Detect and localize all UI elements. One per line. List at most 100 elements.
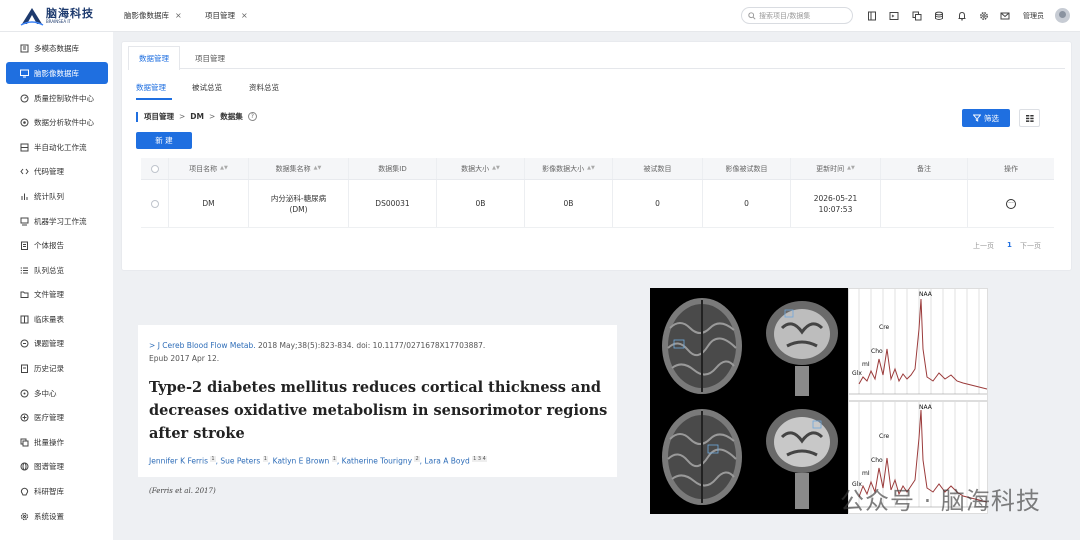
current-page[interactable]: 1 bbox=[1007, 241, 1012, 249]
mri-coronal-top bbox=[757, 288, 848, 401]
sidebar-item-system-settings[interactable]: 系统设置 bbox=[6, 505, 108, 527]
filter-icon bbox=[973, 114, 981, 122]
sidebar-item-stat-cohort[interactable]: 统计队列 bbox=[6, 185, 108, 207]
avatar[interactable] bbox=[1055, 8, 1070, 23]
column-header[interactable]: 影像数据大小 ▲▼ bbox=[525, 158, 613, 179]
mri-axial-bottom bbox=[650, 401, 757, 514]
sidebar-item-multimodal-db[interactable]: 多模态数据库 bbox=[6, 37, 108, 59]
column-header[interactable]: 数据集名称 ▲▼ bbox=[249, 158, 349, 179]
breadcrumb-item[interactable]: DM bbox=[190, 112, 204, 121]
breadcrumb-item[interactable]: 项目管理 bbox=[144, 111, 174, 122]
copy-icon[interactable] bbox=[911, 10, 923, 22]
spectrum-top: NAA Cre Cho mI Glx bbox=[848, 288, 988, 401]
user-name[interactable]: 管理员 bbox=[1023, 11, 1044, 21]
tab-project-management[interactable]: 项目管理 bbox=[184, 46, 236, 69]
table-row[interactable]: DM 内分泌科-糖尿病 (DM) DS00031 0B 0B 0 0 2026-… bbox=[141, 180, 1054, 228]
sidebar-item-label: 数据分析软件中心 bbox=[34, 117, 94, 127]
next-page[interactable]: 下一页 bbox=[1020, 241, 1041, 251]
sidebar-item-topic-management[interactable]: 课题管理 bbox=[6, 332, 108, 354]
subtab-data-management[interactable]: 数据管理 bbox=[136, 82, 166, 93]
logo-text: 脑海科技 bbox=[46, 7, 94, 20]
sidebar-item-label: 课题管理 bbox=[34, 338, 64, 348]
paper-title: Type-2 diabetes mellitus reduces cortica… bbox=[149, 379, 608, 442]
sidebar-item-multi-center[interactable]: 多中心 bbox=[6, 382, 108, 404]
sidebar-item-brain-image-db[interactable]: 脑影像数据库 bbox=[6, 62, 108, 84]
sidebar-item-clinical-scale[interactable]: 临床量表 bbox=[6, 308, 108, 330]
sidebar-item-cohort-overview[interactable]: 队列总览 bbox=[6, 259, 108, 281]
tab-data-management[interactable]: 数据管理 bbox=[128, 46, 180, 70]
sidebar-item-individual-report[interactable]: 个体报告 bbox=[6, 234, 108, 256]
column-header[interactable]: 更新时间 ▲▼ bbox=[791, 158, 881, 179]
sidebar-item-label: 批量操作 bbox=[34, 437, 64, 447]
filter-label: 筛选 bbox=[984, 113, 999, 123]
book-icon[interactable] bbox=[866, 10, 878, 22]
open-tab-brain-db[interactable]: 脑影像数据库 × bbox=[124, 10, 182, 21]
sidebar-item-label: 多中心 bbox=[34, 388, 57, 398]
spectrum-label: NAA bbox=[919, 404, 933, 411]
close-icon[interactable]: × bbox=[241, 11, 248, 20]
bell-icon[interactable] bbox=[956, 10, 968, 22]
prev-page[interactable]: 上一页 bbox=[973, 241, 994, 251]
sidebar-item-qc-center[interactable]: 质量控制软件中心 bbox=[6, 87, 108, 109]
settings-icon[interactable] bbox=[978, 10, 990, 22]
sidebar-item-ml-workflow[interactable]: 机器学习工作流 bbox=[6, 210, 108, 232]
subtab-material-overview[interactable]: 资料总览 bbox=[249, 82, 279, 93]
citation: > J Cereb Blood Flow Metab. 2018 May;38(… bbox=[149, 341, 486, 363]
close-icon[interactable]: × bbox=[175, 11, 182, 20]
column-header: 被试数目 bbox=[613, 158, 703, 179]
open-tab-label: 项目管理 bbox=[205, 11, 235, 20]
sidebar-item-analysis-center[interactable]: 数据分析软件中心 bbox=[6, 111, 108, 133]
filter-button[interactable]: 筛选 bbox=[962, 109, 1010, 127]
sidebar-item-batch[interactable]: 批量操作 bbox=[6, 431, 108, 453]
sidebar-item-workflow[interactable]: 半自动化工作流 bbox=[6, 136, 108, 158]
spectrum-label: mI bbox=[862, 470, 870, 477]
spectrum-label: NAA bbox=[919, 291, 933, 298]
sidebar-item-code[interactable]: 代码管理 bbox=[6, 160, 108, 182]
list-icon bbox=[19, 265, 29, 275]
open-tab-project[interactable]: 项目管理 × bbox=[205, 10, 248, 21]
sidebar-item-medical[interactable]: 医疗管理 bbox=[6, 406, 108, 428]
chart-icon bbox=[19, 191, 29, 201]
grid-view-button[interactable] bbox=[1019, 109, 1040, 127]
terminal-icon[interactable] bbox=[888, 10, 900, 22]
workflow-icon bbox=[19, 142, 29, 152]
sidebar-item-label: 医疗管理 bbox=[34, 412, 64, 422]
sidebar: 多模态数据库 脑影像数据库 质量控制软件中心 数据分析软件中心 半自动化工作流 … bbox=[0, 32, 113, 540]
sidebar-item-research-lib[interactable]: 科研智库 bbox=[6, 480, 108, 502]
breadcrumb-item: 数据集 bbox=[220, 112, 243, 121]
row-checkbox[interactable] bbox=[150, 199, 159, 208]
top-bar: 脑海科技 BRAINSEA IT 脑影像数据库 × 项目管理 × 搜索项目/数据… bbox=[0, 0, 1080, 32]
column-header: 备注 bbox=[881, 158, 968, 179]
sort-icon: ▲▼ bbox=[313, 165, 322, 171]
subtab-subject-overview[interactable]: 被试总览 bbox=[192, 82, 222, 93]
journal-name: J Cereb Blood Flow Metab. bbox=[157, 341, 256, 350]
figure-caption: (Ferris et al. 2017) bbox=[149, 487, 216, 495]
main-tabs: 数据管理 项目管理 bbox=[128, 46, 1065, 70]
paper-citation-card: > J Cereb Blood Flow Metab. 2018 May;38(… bbox=[138, 325, 617, 477]
mail-icon[interactable] bbox=[999, 10, 1011, 22]
epub-date: Epub 2017 Apr 12. bbox=[149, 354, 220, 363]
select-all-cell bbox=[141, 158, 169, 179]
code-icon bbox=[19, 166, 29, 176]
new-button[interactable]: 新 建 bbox=[136, 132, 192, 149]
sidebar-item-atlas[interactable]: 图谱管理 bbox=[6, 455, 108, 477]
sidebar-item-label: 质量控制软件中心 bbox=[34, 93, 94, 103]
database-icon[interactable] bbox=[933, 10, 945, 22]
column-header[interactable]: 项目名称 ▲▼ bbox=[169, 158, 249, 179]
cell-image-subjects: 0 bbox=[703, 180, 791, 227]
spectrum-label: Cho bbox=[871, 348, 883, 355]
search-input[interactable]: 搜索项目/数据集 bbox=[741, 7, 853, 24]
topic-icon bbox=[19, 338, 29, 348]
breadcrumb-accent bbox=[136, 111, 138, 122]
column-header[interactable]: 数据大小 ▲▼ bbox=[437, 158, 525, 179]
more-icon[interactable]: ··· bbox=[1006, 198, 1016, 209]
sidebar-item-history[interactable]: 历史记录 bbox=[6, 357, 108, 379]
cell-note bbox=[881, 180, 968, 227]
sort-icon: ▲▼ bbox=[220, 165, 228, 171]
help-icon[interactable]: ? bbox=[247, 112, 257, 121]
cell-ops: ··· bbox=[968, 180, 1054, 227]
sidebar-item-file-management[interactable]: 文件管理 bbox=[6, 283, 108, 305]
sort-icon: ▲▼ bbox=[492, 165, 500, 171]
logo[interactable]: 脑海科技 BRAINSEA IT bbox=[20, 6, 94, 26]
select-all-checkbox[interactable] bbox=[150, 164, 159, 173]
